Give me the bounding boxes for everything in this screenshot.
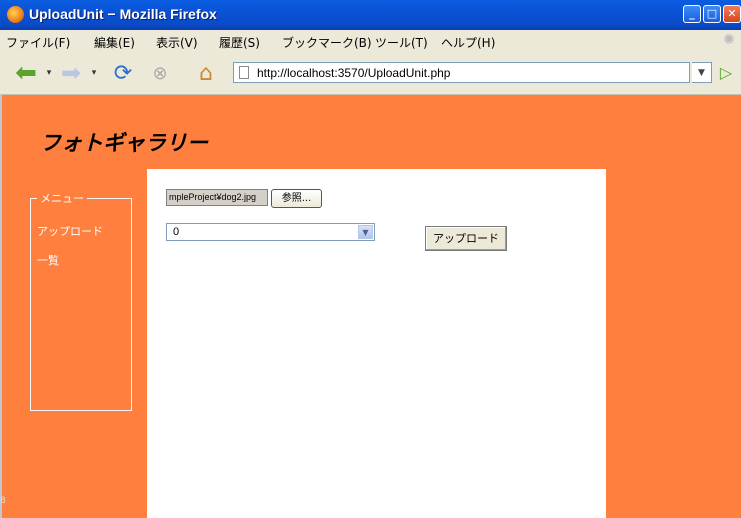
home-icon[interactable]: ⌂ [192, 59, 220, 87]
browse-button[interactable]: 参照... [271, 189, 322, 208]
menu-view[interactable]: 表示(V) [156, 34, 198, 51]
page-title: フォトギャラリー [40, 131, 208, 155]
close-button[interactable]: ✕ [723, 5, 741, 23]
forward-history-dropdown-icon[interactable]: ▾ [88, 59, 100, 87]
reload-icon[interactable]: ⟳ [110, 59, 136, 87]
file-path-input[interactable]: mpleProject¥dog2.jpg [166, 189, 268, 206]
maximize-button[interactable]: □ [703, 5, 721, 23]
go-icon[interactable]: ▷ [717, 63, 735, 82]
title-bar: UploadUnit − Mozilla Firefox _ □ ✕ [0, 0, 741, 30]
menu-help[interactable]: ヘルプ(H) [441, 34, 495, 51]
menu-legend: メニュー [37, 190, 87, 206]
upload-button[interactable]: アップロード [425, 226, 507, 251]
url-text[interactable]: http://localhost:3570/UploadUnit.php [257, 66, 450, 80]
page-icon [239, 66, 249, 79]
menu-history[interactable]: 履歴(S) [219, 34, 260, 51]
forward-arrow-icon[interactable]: ➡ [58, 59, 84, 87]
window-title: UploadUnit − Mozilla Firefox [29, 6, 217, 22]
menu-edit[interactable]: 編集(E) [94, 34, 135, 51]
select-value: 0 [173, 226, 180, 238]
menu-bookmarks[interactable]: ブックマーク(B) [282, 34, 372, 51]
menu-link-upload[interactable]: アップロード [37, 223, 103, 239]
back-history-dropdown-icon[interactable]: ▾ [43, 59, 55, 87]
browser-window: UploadUnit − Mozilla Firefox _ □ ✕ ファイル(… [0, 0, 741, 518]
menu-tools[interactable]: ツール(T) [375, 34, 428, 51]
back-arrow-icon[interactable]: ⬅ [10, 58, 42, 88]
edge-label: 8 [0, 496, 6, 506]
url-dropdown-icon[interactable]: ▼ [692, 62, 712, 83]
firefox-icon [7, 6, 24, 23]
category-select[interactable]: 0 ▼ [166, 223, 375, 241]
address-bar[interactable]: http://localhost:3570/UploadUnit.php [233, 62, 690, 83]
menu-link-list[interactable]: 一覧 [37, 252, 59, 268]
minimize-button[interactable]: _ [683, 5, 701, 23]
left-edge-strip [0, 95, 2, 518]
menu-file[interactable]: ファイル(F) [6, 34, 70, 51]
page-content: フォトギャラリー メニュー アップロード 一覧 mpleProject¥dog2… [0, 95, 741, 518]
throbber-icon: ✺ [723, 32, 735, 48]
chevron-down-icon[interactable]: ▼ [358, 225, 373, 239]
menu-bar: ファイル(F) 編集(E) 表示(V) 履歴(S) ブックマーク(B) ツール(… [0, 30, 741, 52]
main-panel: mpleProject¥dog2.jpg 参照... 0 ▼ アップロード [147, 169, 606, 518]
stop-icon[interactable]: ⊗ [147, 59, 173, 87]
